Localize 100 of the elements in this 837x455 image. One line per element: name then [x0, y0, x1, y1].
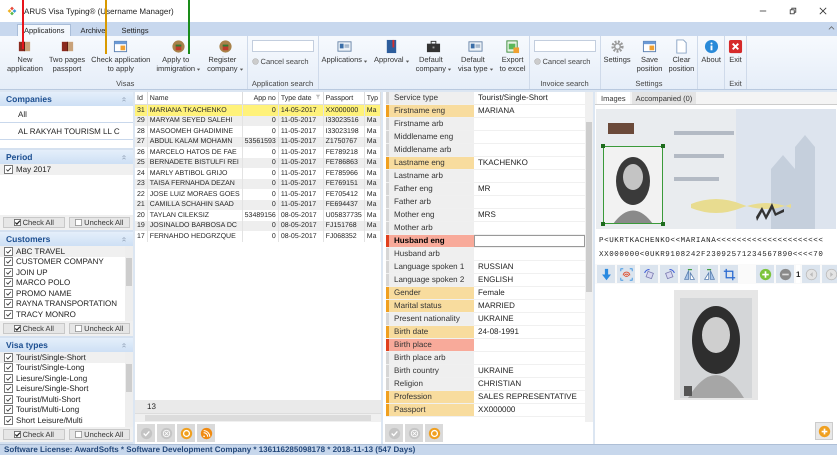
- checkbox[interactable]: [4, 288, 13, 298]
- section-header[interactable]: Companies: [0, 92, 133, 106]
- crop-icon: [722, 268, 736, 280]
- toolbar-button[interactable]: [597, 265, 615, 283]
- checkbox[interactable]: [4, 310, 13, 319]
- field-label: Lastname arb: [386, 170, 474, 182]
- list-item[interactable]: AL RAKYAH TOURISM LL C: [0, 123, 133, 140]
- input-field[interactable]: [474, 235, 585, 247]
- checkbox[interactable]: [4, 374, 13, 383]
- caret-icon: [404, 58, 410, 64]
- field-label: Birth place: [386, 339, 474, 351]
- previous-button[interactable]: [802, 265, 820, 283]
- emblem-icon: [218, 39, 233, 54]
- round-button[interactable]: [157, 424, 175, 442]
- toolbar-button[interactable]: [640, 265, 658, 283]
- checkbox[interactable]: [4, 384, 13, 394]
- field-label: Firstname eng: [386, 105, 474, 117]
- collapse-icon[interactable]: [121, 154, 127, 160]
- round-button[interactable]: [137, 424, 155, 442]
- add-button[interactable]: [815, 422, 833, 440]
- round-button[interactable]: [425, 424, 443, 442]
- checkbox[interactable]: [4, 278, 13, 288]
- caret-icon: [196, 67, 202, 72]
- collapse-icon[interactable]: [121, 342, 127, 348]
- section-header[interactable]: Visa types: [0, 338, 133, 352]
- field-value: XX000000: [477, 404, 516, 416]
- section-header[interactable]: Customers: [0, 232, 133, 246]
- field-label: Language spoken 1: [386, 261, 474, 273]
- window-icon: [642, 39, 658, 54]
- section-title: Companies: [6, 94, 52, 104]
- scrollbar[interactable]: [135, 413, 381, 422]
- round-button[interactable]: [177, 424, 195, 442]
- feed-icon: [200, 426, 212, 440]
- row-count: 13: [147, 402, 156, 411]
- circle-icon: [252, 58, 259, 65]
- field-value: ENGLISH: [477, 274, 514, 286]
- checkbox[interactable]: [4, 405, 13, 414]
- checkbox[interactable]: [4, 416, 13, 425]
- toolbar-button[interactable]: [680, 265, 698, 283]
- collapse-icon[interactable]: [121, 236, 127, 242]
- info-icon: [704, 39, 719, 54]
- zoom-in-button[interactable]: [756, 265, 774, 283]
- search-field[interactable]: [252, 40, 314, 52]
- toolbar-button[interactable]: [700, 265, 718, 283]
- checkbox[interactable]: [4, 246, 13, 256]
- checkbox[interactable]: [4, 352, 13, 362]
- refresh-icon: [428, 426, 440, 440]
- restore-icon[interactable]: [789, 7, 797, 15]
- option-label: PROMO NAME: [16, 288, 72, 298]
- cancel-icon: [408, 426, 420, 440]
- checkbox[interactable]: [4, 257, 13, 266]
- flip-icon: [682, 268, 696, 280]
- option-label: JOIN UP: [16, 268, 48, 277]
- caret-icon: [238, 67, 244, 72]
- option-label: Tourist/Multi-Long: [16, 405, 80, 414]
- section-title: Customers: [6, 234, 50, 244]
- caret-icon: [488, 67, 494, 72]
- scrollbar[interactable]: [125, 246, 133, 321]
- id-card-icon: [337, 39, 352, 54]
- round-button[interactable]: [197, 424, 215, 442]
- checkbox[interactable]: [4, 164, 13, 174]
- round-button[interactable]: [385, 424, 403, 442]
- caret-icon: [447, 67, 452, 72]
- field-value: MRS: [477, 209, 497, 221]
- field-label: Profession: [386, 391, 474, 403]
- collapse-icon[interactable]: [828, 25, 835, 32]
- spreadsheet-icon: [505, 39, 520, 54]
- option-label: Leisure/Single-Short: [16, 384, 88, 394]
- search-field[interactable]: [534, 40, 596, 52]
- toolbar-button[interactable]: [660, 265, 678, 283]
- filter-icon[interactable]: [314, 94, 321, 100]
- field-label: Religion: [386, 378, 474, 390]
- field-label: Mother eng: [386, 209, 474, 221]
- refresh-icon: [180, 426, 192, 440]
- option-label: TRACY MONRO: [16, 310, 76, 319]
- scrollbar[interactable]: [585, 92, 593, 422]
- scrollbar[interactable]: [125, 352, 133, 427]
- checkbox[interactable]: [4, 394, 13, 404]
- close-icon[interactable]: [819, 7, 827, 15]
- toolbar-button[interactable]: [720, 265, 738, 283]
- checkbox[interactable]: [4, 268, 13, 277]
- field-value: Tourist/Single-Short: [477, 92, 549, 104]
- selection-frame[interactable]: [603, 146, 663, 224]
- field-label: Gender: [386, 287, 474, 299]
- toolbar-button[interactable]: [617, 265, 635, 283]
- round-button[interactable]: [405, 424, 423, 442]
- section-title: Visa types: [6, 340, 48, 350]
- checkbox[interactable]: [4, 363, 13, 372]
- list-item[interactable]: All: [0, 106, 133, 123]
- field-label: Language spoken 2: [386, 274, 474, 286]
- section-header[interactable]: Period: [0, 150, 133, 164]
- collapse-icon[interactable]: [121, 96, 127, 102]
- field-value: MR: [477, 183, 492, 195]
- zoom-out-button[interactable]: [776, 265, 794, 283]
- field-value: SALES REPRESENTATIVE: [477, 391, 578, 403]
- down-arrow-icon: [600, 268, 612, 280]
- checkbox[interactable]: [4, 299, 13, 308]
- plus-icon: [758, 268, 772, 280]
- option-label: Short Leisure/Multi: [16, 416, 83, 425]
- circle-icon: [534, 58, 541, 65]
